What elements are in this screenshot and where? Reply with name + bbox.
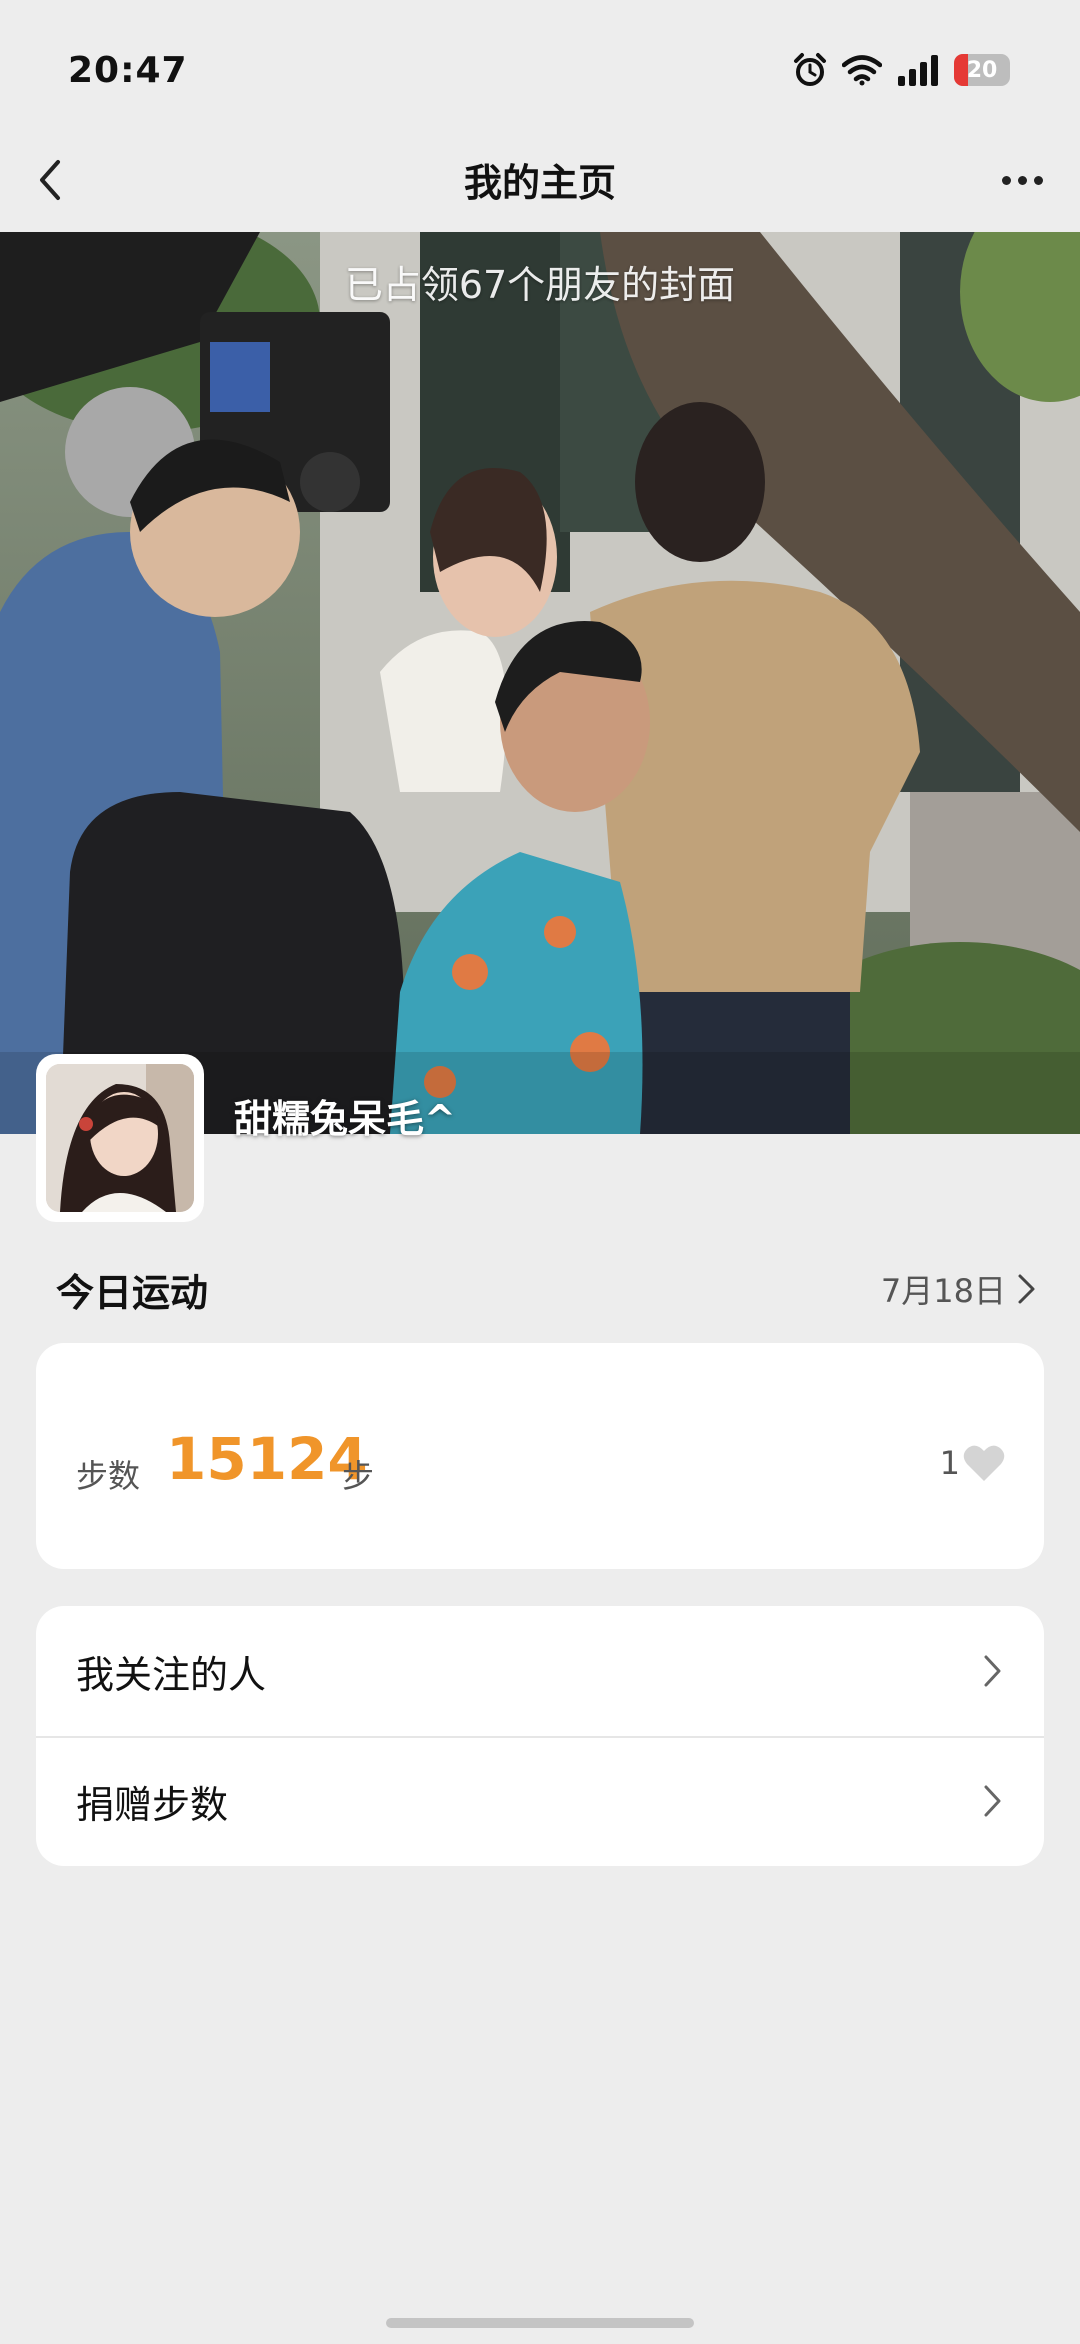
avatar[interactable] bbox=[36, 1054, 204, 1222]
steps-unit: 步 bbox=[342, 1457, 375, 1495]
following-item[interactable]: 我关注的人 bbox=[36, 1606, 1044, 1736]
signal-icon bbox=[898, 55, 938, 86]
like-button[interactable]: 1 bbox=[940, 1443, 1006, 1483]
cover-image[interactable]: 已占领67个朋友的封面 bbox=[0, 232, 1080, 1134]
status-icons: 20 bbox=[792, 52, 1010, 88]
more-dots-icon bbox=[1001, 175, 1011, 185]
menu-card: 我关注的人 捐赠步数 bbox=[36, 1606, 1044, 1866]
status-bar: 20:47 20 bbox=[0, 0, 1080, 140]
today-date-link[interactable]: 7月18日 bbox=[881, 1266, 1038, 1312]
chevron-right-icon bbox=[984, 1785, 1001, 1817]
status-time: 20:47 bbox=[68, 50, 188, 91]
donate-steps-label: 捐赠步数 bbox=[76, 1782, 229, 1827]
wifi-icon bbox=[842, 55, 882, 86]
today-section-title: 今日运动 bbox=[56, 1271, 209, 1315]
cover-photo bbox=[0, 232, 1080, 1134]
username: 甜糯兔呆毛^ bbox=[234, 1097, 456, 1141]
steps-label: 步数 bbox=[76, 1457, 141, 1495]
battery-icon: 20 bbox=[954, 54, 1010, 86]
donate-steps-item[interactable]: 捐赠步数 bbox=[36, 1736, 1044, 1866]
today-date: 7月18日 bbox=[880, 1272, 1006, 1310]
cover-caption: 已占领67个朋友的封面 bbox=[344, 263, 736, 307]
page-title: 我的主页 bbox=[463, 161, 616, 205]
alarm-icon bbox=[794, 53, 826, 86]
steps-value: 15124 bbox=[166, 1425, 368, 1493]
more-button[interactable] bbox=[992, 154, 1052, 206]
home-indicator[interactable] bbox=[386, 2318, 694, 2328]
steps-card[interactable]: 步数 15124 步 1 bbox=[36, 1343, 1044, 1569]
battery-level: 20 bbox=[966, 57, 998, 83]
following-label: 我关注的人 bbox=[76, 1652, 267, 1697]
heart-icon bbox=[963, 1445, 1005, 1481]
nav-bar: 我的主页 bbox=[0, 130, 1080, 230]
chevron-right-icon bbox=[1018, 1274, 1035, 1304]
avatar-photo bbox=[46, 1064, 194, 1212]
like-count: 1 bbox=[939, 1444, 960, 1482]
chevron-right-icon bbox=[984, 1655, 1001, 1687]
